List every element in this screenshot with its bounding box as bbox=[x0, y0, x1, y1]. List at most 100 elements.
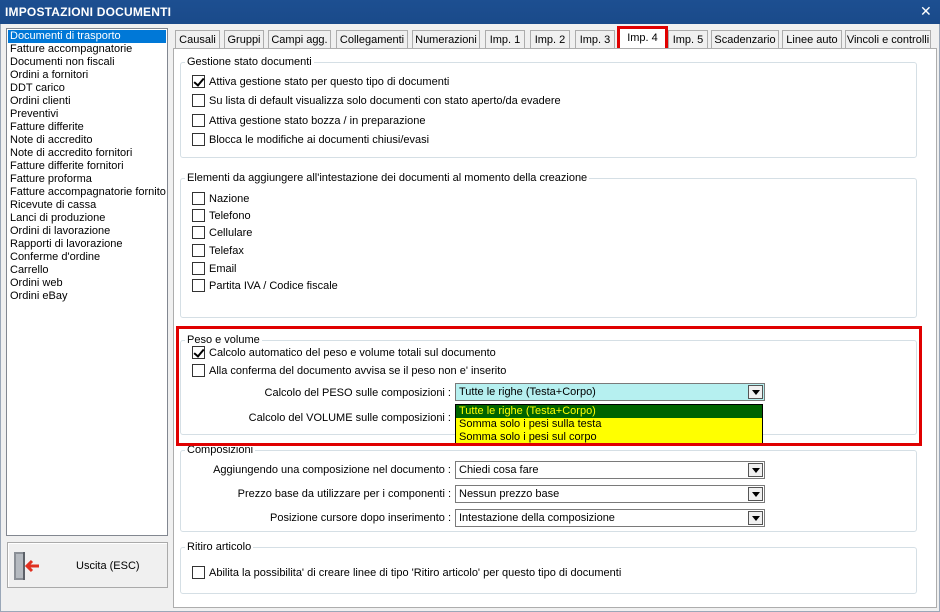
doc-type-item[interactable]: Fatture accompagnatorie fornito bbox=[8, 186, 166, 199]
tab-linee-auto[interactable]: Linee auto bbox=[782, 30, 842, 50]
checkbox[interactable] bbox=[192, 75, 205, 88]
chevron-down-icon[interactable] bbox=[748, 463, 763, 477]
checkbox-label: Nazione bbox=[209, 193, 250, 205]
tab-numerazioni[interactable]: Numerazioni bbox=[412, 30, 480, 50]
doc-type-item[interactable]: DDT carico bbox=[8, 82, 166, 95]
dropdown-option[interactable]: Tutte le righe (Testa+Corpo) bbox=[456, 405, 762, 418]
doc-type-list[interactable]: Documenti di trasporto Fatture accompagn… bbox=[6, 28, 168, 536]
select-value: Chiedi cosa fare bbox=[459, 464, 539, 476]
exit-button-label: Uscita (ESC) bbox=[76, 560, 140, 572]
doc-type-item[interactable]: Note di accredito fornitori bbox=[8, 147, 166, 160]
window-title: IMPOSTAZIONI DOCUMENTI bbox=[5, 5, 172, 19]
checkbox[interactable] bbox=[192, 364, 205, 377]
group-legend: Elementi da aggiungere all'intestazione … bbox=[185, 172, 590, 184]
checkbox[interactable] bbox=[192, 346, 205, 359]
checkbox-label: Cellulare bbox=[209, 227, 253, 239]
group-legend: Composizioni bbox=[185, 444, 256, 456]
checkbox-label: Partita IVA / Codice fiscale bbox=[209, 280, 338, 292]
checkbox[interactable] bbox=[192, 133, 205, 146]
group-composizioni: Composizioni Aggiungendo una composizion… bbox=[180, 444, 917, 532]
checkbox-label: Telefono bbox=[209, 210, 251, 222]
doc-type-item[interactable]: Lanci di produzione bbox=[8, 212, 166, 225]
tab-strip: Causali Gruppi Campi agg. Collegamenti N… bbox=[173, 26, 937, 52]
checkbox[interactable] bbox=[192, 262, 205, 275]
doc-type-item[interactable]: Fatture accompagnatorie bbox=[8, 43, 166, 56]
tab-imp-1[interactable]: Imp. 1 bbox=[485, 30, 525, 50]
chevron-down-icon[interactable] bbox=[748, 487, 763, 501]
doc-type-item[interactable]: Ordini eBay bbox=[8, 290, 166, 303]
tab-causali[interactable]: Causali bbox=[175, 30, 220, 50]
checkbox[interactable] bbox=[192, 114, 205, 127]
select-value: Intestazione della composizione bbox=[459, 512, 615, 524]
group-legend: Ritiro articolo bbox=[185, 541, 254, 553]
doc-type-item[interactable]: Ordini a fornitori bbox=[8, 69, 166, 82]
checkbox[interactable] bbox=[192, 566, 205, 579]
tab-campi-agg[interactable]: Campi agg. bbox=[268, 30, 331, 50]
close-icon[interactable]: ✕ bbox=[918, 3, 934, 19]
posizione-cursore-select[interactable]: Intestazione della composizione bbox=[455, 509, 765, 527]
checkbox-label: Alla conferma del documento avvisa se il… bbox=[209, 365, 507, 377]
doc-type-item[interactable]: Ricevute di cassa bbox=[8, 199, 166, 212]
doc-type-item[interactable]: Rapporti di lavorazione bbox=[8, 238, 166, 251]
prezzo-base-label: Prezzo base da utilizzare per i componen… bbox=[237, 488, 451, 500]
checkbox-label: Attiva gestione stato bozza / in prepara… bbox=[209, 115, 426, 127]
chevron-down-icon[interactable] bbox=[748, 385, 763, 399]
checkbox[interactable] bbox=[192, 279, 205, 292]
doc-type-item[interactable]: Fatture differite fornitori bbox=[8, 160, 166, 173]
checkbox-label: Abilita la possibilita' di creare linee … bbox=[209, 567, 622, 579]
doc-type-item[interactable]: Conferme d'ordine bbox=[8, 251, 166, 264]
group-elementi-intestazione: Elementi da aggiungere all'intestazione … bbox=[180, 172, 917, 318]
aggiungendo-composizione-label: Aggiungendo una composizione nel documen… bbox=[213, 464, 451, 476]
tab-page-imp-4: Gestione stato documenti Attiva gestione… bbox=[173, 48, 937, 608]
chevron-down-icon[interactable] bbox=[748, 511, 763, 525]
title-bar: IMPOSTAZIONI DOCUMENTI ✕ bbox=[0, 0, 940, 24]
posizione-cursore-label: Posizione cursore dopo inserimento : bbox=[270, 512, 451, 524]
checkbox-label: Blocca le modifiche ai documenti chiusi/… bbox=[209, 134, 430, 146]
tab-imp-2[interactable]: Imp. 2 bbox=[530, 30, 570, 50]
doc-type-item[interactable]: Documenti non fiscali bbox=[8, 56, 166, 69]
doc-type-item[interactable]: Carrello bbox=[8, 264, 166, 277]
tab-gruppi[interactable]: Gruppi bbox=[224, 30, 264, 50]
prezzo-base-select[interactable]: Nessun prezzo base bbox=[455, 485, 765, 503]
dropdown-option[interactable]: Somma solo i pesi sulla testa bbox=[456, 418, 762, 431]
checkbox-label: Calcolo automatico del peso e volume tot… bbox=[209, 347, 496, 359]
select-value: Tutte le righe (Testa+Corpo) bbox=[459, 386, 596, 398]
tab-scadenzario[interactable]: Scadenzario bbox=[711, 30, 779, 50]
group-legend: Peso e volume bbox=[185, 334, 262, 346]
tab-vincoli-e-controlli[interactable]: Vincoli e controlli bbox=[845, 30, 931, 50]
checkbox[interactable] bbox=[192, 226, 205, 239]
checkbox[interactable] bbox=[192, 192, 205, 205]
doc-type-item[interactable]: Preventivi bbox=[8, 108, 166, 121]
exit-door-icon bbox=[14, 552, 39, 580]
doc-type-item[interactable]: Ordini di lavorazione bbox=[8, 225, 166, 238]
doc-type-item[interactable]: Note di accredito bbox=[8, 134, 166, 147]
volume-composizioni-label: Calcolo del VOLUME sulle composizioni : bbox=[248, 412, 451, 424]
checkbox[interactable] bbox=[192, 94, 205, 107]
checkbox-label: Email bbox=[209, 263, 237, 275]
checkbox[interactable] bbox=[192, 209, 205, 222]
group-ritiro-articolo: Ritiro articolo Abilita la possibilita' … bbox=[180, 541, 917, 594]
aggiungendo-composizione-select[interactable]: Chiedi cosa fare bbox=[455, 461, 765, 479]
exit-button[interactable]: Uscita (ESC) bbox=[7, 542, 168, 588]
checkbox-label: Telefax bbox=[209, 245, 244, 257]
group-gestione-stato: Gestione stato documenti Attiva gestione… bbox=[180, 56, 917, 158]
doc-type-item[interactable]: Fatture differite bbox=[8, 121, 166, 134]
doc-type-item[interactable]: Ordini web bbox=[8, 277, 166, 290]
checkbox-label: Su lista di default visualizza solo docu… bbox=[209, 95, 561, 107]
doc-type-item[interactable]: Ordini clienti bbox=[8, 95, 166, 108]
checkbox[interactable] bbox=[192, 244, 205, 257]
tab-imp-4[interactable]: Imp. 4 bbox=[617, 26, 668, 52]
select-value: Nessun prezzo base bbox=[459, 488, 560, 500]
tab-imp-5[interactable]: Imp. 5 bbox=[668, 30, 708, 50]
peso-options-dropdown[interactable]: Tutte le righe (Testa+Corpo) Somma solo … bbox=[455, 404, 763, 445]
dropdown-option[interactable]: Somma solo i pesi sul corpo bbox=[456, 431, 762, 444]
tab-imp-3[interactable]: Imp. 3 bbox=[575, 30, 615, 50]
doc-type-item[interactable]: Documenti di trasporto bbox=[8, 30, 166, 43]
settings-window: Documenti di trasporto Fatture accompagn… bbox=[0, 24, 940, 612]
peso-composizioni-select[interactable]: Tutte le righe (Testa+Corpo) bbox=[455, 383, 765, 401]
tab-collegamenti[interactable]: Collegamenti bbox=[336, 30, 408, 50]
checkbox-label: Attiva gestione stato per questo tipo di… bbox=[209, 76, 450, 88]
peso-composizioni-label: Calcolo del PESO sulle composizioni : bbox=[264, 387, 451, 399]
group-legend: Gestione stato documenti bbox=[185, 56, 314, 68]
doc-type-item[interactable]: Fatture proforma bbox=[8, 173, 166, 186]
